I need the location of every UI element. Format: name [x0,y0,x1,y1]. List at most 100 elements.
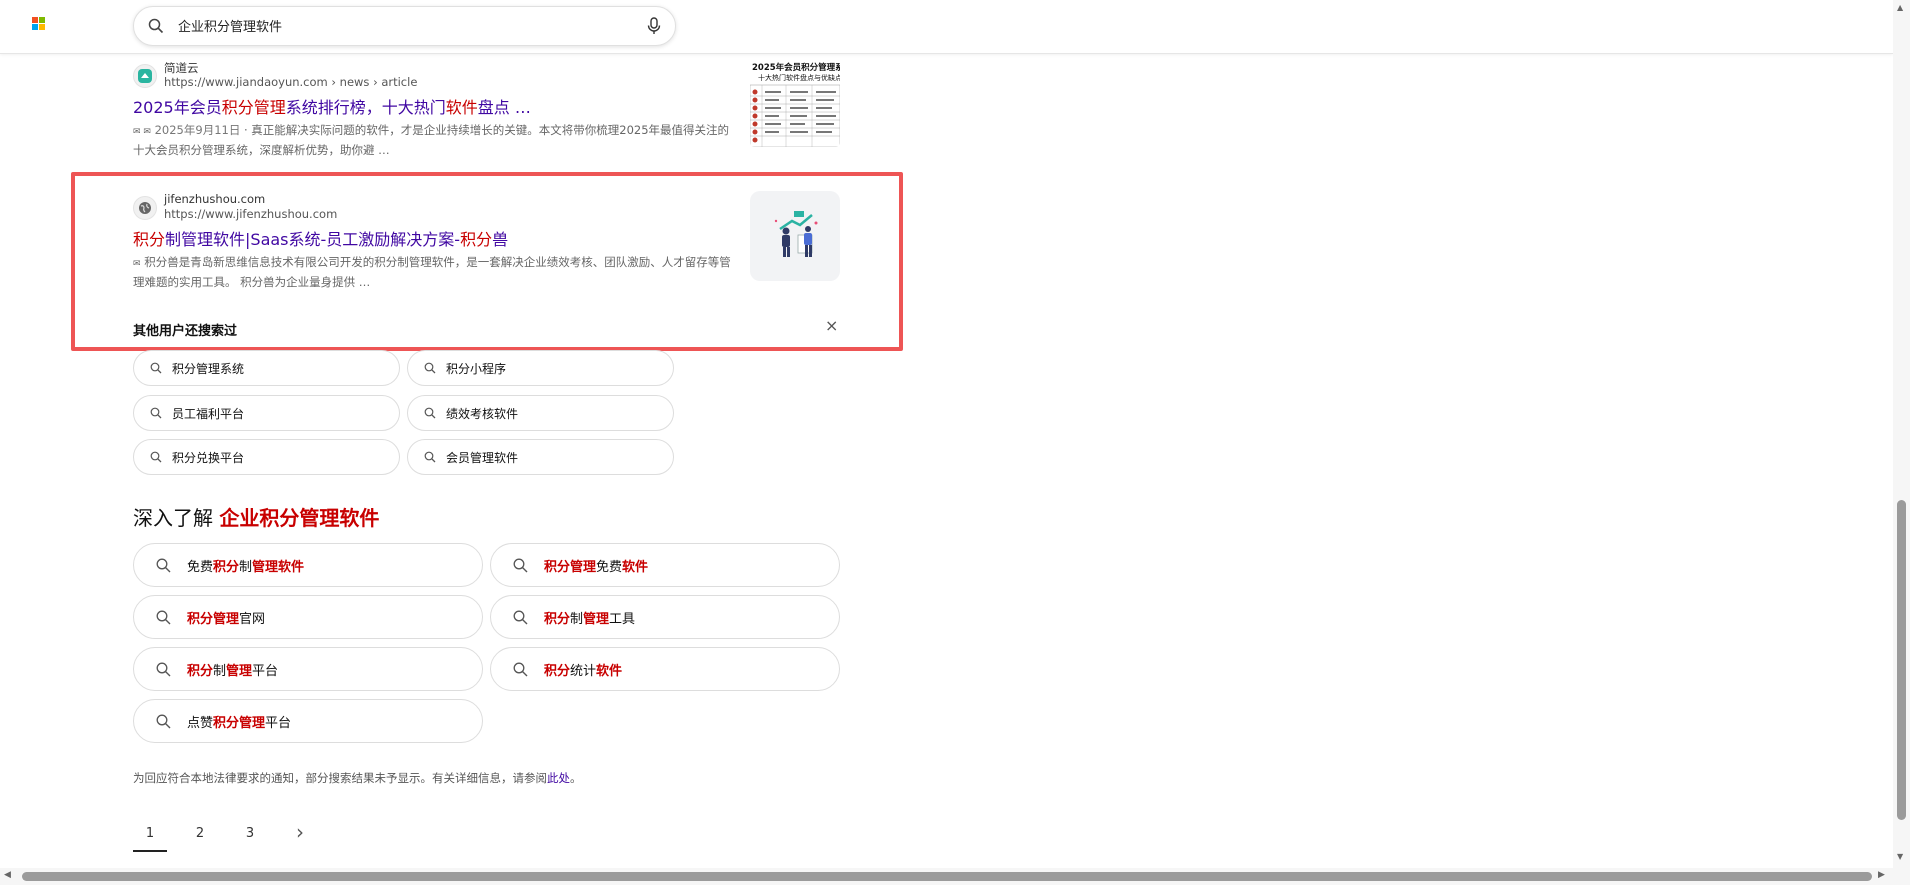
explore-search-label: 积分制管理工具 [544,608,635,627]
top-bar: 企业积分管理软件 [0,0,1893,54]
title-text: 制管理软件|Saas系统-员工激励解决方案- [165,230,461,249]
related-search-label: 绩效考核软件 [446,406,519,421]
vertical-scroll-thumb[interactable] [1897,500,1906,820]
mail-icon: ✉ ✉ [133,127,151,137]
search-icon [424,407,436,419]
thumbnail-heading: 2025年会员积分管理系统排行 [752,63,840,73]
search-icon [150,362,162,374]
related-search-label: 积分管理系统 [172,361,245,376]
related-search-label: 会员管理软件 [446,450,519,465]
related-search-pill[interactable]: 积分管理系统 [133,350,400,386]
explore-search-label: 积分管理免费软件 [544,556,648,575]
explore-search-pill[interactable]: 点赞积分管理平台 [133,699,483,743]
title-text: 系统排行榜，十大热门 [285,98,446,117]
title-text: 盘点 … [477,98,531,117]
explore-search-pill[interactable]: 积分管理免费软件 [490,543,840,587]
related-search-label: 积分兑换平台 [172,450,245,465]
related-search-pill[interactable]: 绩效考核软件 [407,395,674,431]
explore-search-pill[interactable]: 免费积分制管理软件 [133,543,483,587]
related-search-pill[interactable]: 积分兑换平台 [133,439,400,475]
related-searches-title: 其他用户还搜索过 [133,324,238,339]
highlighted-term: 积分管理 [544,559,597,575]
vertical-scrollbar[interactable]: ▲ ▼ [1893,0,1910,885]
page-3-link[interactable]: 3 [233,826,267,841]
search-icon [513,662,528,677]
explore-search-label: 积分管理官网 [187,608,265,627]
explore-prefix: 深入了解 [133,506,213,530]
explore-search-label: 点赞积分管理平台 [187,712,291,731]
highlighted-term: 积分 [460,230,493,249]
search-icon [424,451,436,463]
page-1-link[interactable]: 1 [133,826,167,852]
search-icon [156,662,171,677]
horizontal-scrollbar[interactable]: ◀ ▶ [0,868,1893,885]
highlighted-term: 积分 [544,611,571,627]
legal-notice: 为回应符合本地法律要求的通知，部分搜索结果未予显示。有关详细信息，请参阅此处。 [133,770,582,786]
title-text: 免费 [596,559,623,575]
legal-text: 为回应符合本地法律要求的通知，部分搜索结果未予显示。有关详细信息，请参阅 [133,771,547,785]
highlighted-term: 积分管理 [221,98,286,117]
search-query[interactable]: 企业积分管理软件 [178,16,282,35]
title-text: 平台 [252,663,279,679]
site-name: 简道云 [164,61,199,75]
result-snippet: ✉ ✉ 2025年9月11日 · 真正能解决实际问题的软件，才是企业持续增长的关… [133,121,733,159]
related-search-label: 员工福利平台 [172,406,245,421]
title-text: 2025年会员 [133,98,222,117]
search-icon [513,610,528,625]
search-icon [148,18,164,38]
title-text: 平台 [265,715,292,731]
title-text: 点赞 [187,715,214,731]
scroll-up-arrow-icon[interactable]: ▲ [1897,3,1903,12]
related-search-pill[interactable]: 会员管理软件 [407,439,674,475]
microphone-icon[interactable] [647,17,661,39]
highlighted-term: 积分 [133,230,166,249]
highlighted-term: 管理 [583,611,610,627]
search-icon [156,558,171,573]
result-title-link[interactable]: 2025年会员积分管理系统排行榜，十大热门软件盘点 … [133,94,733,118]
search-result-1: 简道云 https://www.jiandaoyun.com › news › … [133,60,733,159]
result-thumbnail[interactable] [750,191,840,281]
highlighted-term: 管理软件 [252,559,305,575]
result-title-link[interactable]: 积分制管理软件|Saas系统-员工激励解决方案-积分兽 [133,226,733,250]
site-name: jifenzhushou.com [164,192,266,206]
related-search-pill[interactable]: 积分小程序 [407,350,674,386]
explore-search-pill[interactable]: 积分制管理工具 [490,595,840,639]
close-icon[interactable]: × [825,316,838,335]
explore-search-pill[interactable]: 积分统计软件 [490,647,840,691]
page-2-link[interactable]: 2 [183,826,217,841]
title-text: 制 [570,611,584,627]
title-text: 制 [213,663,227,679]
highlighted-term: 积分 [187,663,214,679]
snippet-text: 积分兽是青岛新思维信息技术有限公司开发的积分制管理软件，是一套解决企业绩效考核、… [133,255,731,289]
title-text: 制 [239,559,253,575]
thumbnail-subheading: 十大热门软件盘点与优缺点 [758,74,840,82]
horizontal-scroll-thumb[interactable] [22,872,1872,881]
next-page-chevron-icon[interactable]: › [283,820,317,844]
explore-search-pill[interactable]: 积分制管理平台 [133,647,483,691]
legal-link[interactable]: 此处 [547,771,570,785]
search-result-2: jifenzhushou.com https://www.jifenzhusho… [133,192,733,291]
search-icon [150,451,162,463]
explore-search-label: 积分制管理平台 [187,660,278,679]
highlighted-term: 积分管理 [187,611,240,627]
explore-search-pill[interactable]: 积分管理官网 [133,595,483,639]
search-box[interactable]: 企业积分管理软件 [133,6,676,46]
related-search-label: 积分小程序 [446,361,507,376]
legal-end: 。 [570,771,582,785]
search-icon [150,407,162,419]
result-snippet: ✉ 积分兽是青岛新思维信息技术有限公司开发的积分制管理软件，是一套解决企业绩效考… [133,253,733,291]
result-thumbnail[interactable]: 2025年会员积分管理系统排行 十大热门软件盘点与优缺点 [750,61,840,147]
scroll-right-arrow-icon[interactable]: ▶ [1878,870,1885,880]
related-search-pill[interactable]: 员工福利平台 [133,395,400,431]
title-text: 统计 [570,663,597,679]
result-source[interactable]: 简道云 https://www.jiandaoyun.com › news › … [133,60,733,92]
site-url: https://www.jiandaoyun.com › news › arti… [164,75,418,89]
title-text: 官网 [239,611,266,627]
scroll-down-arrow-icon[interactable]: ▼ [1897,852,1903,861]
scroll-left-arrow-icon[interactable]: ◀ [4,870,11,880]
microsoft-logo-icon[interactable] [32,17,46,31]
result-source[interactable]: jifenzhushou.com https://www.jifenzhusho… [133,192,733,224]
explore-term: 企业积分管理软件 [219,506,380,530]
title-text: 免费 [187,559,214,575]
highlighted-term: 软件 [596,663,623,679]
